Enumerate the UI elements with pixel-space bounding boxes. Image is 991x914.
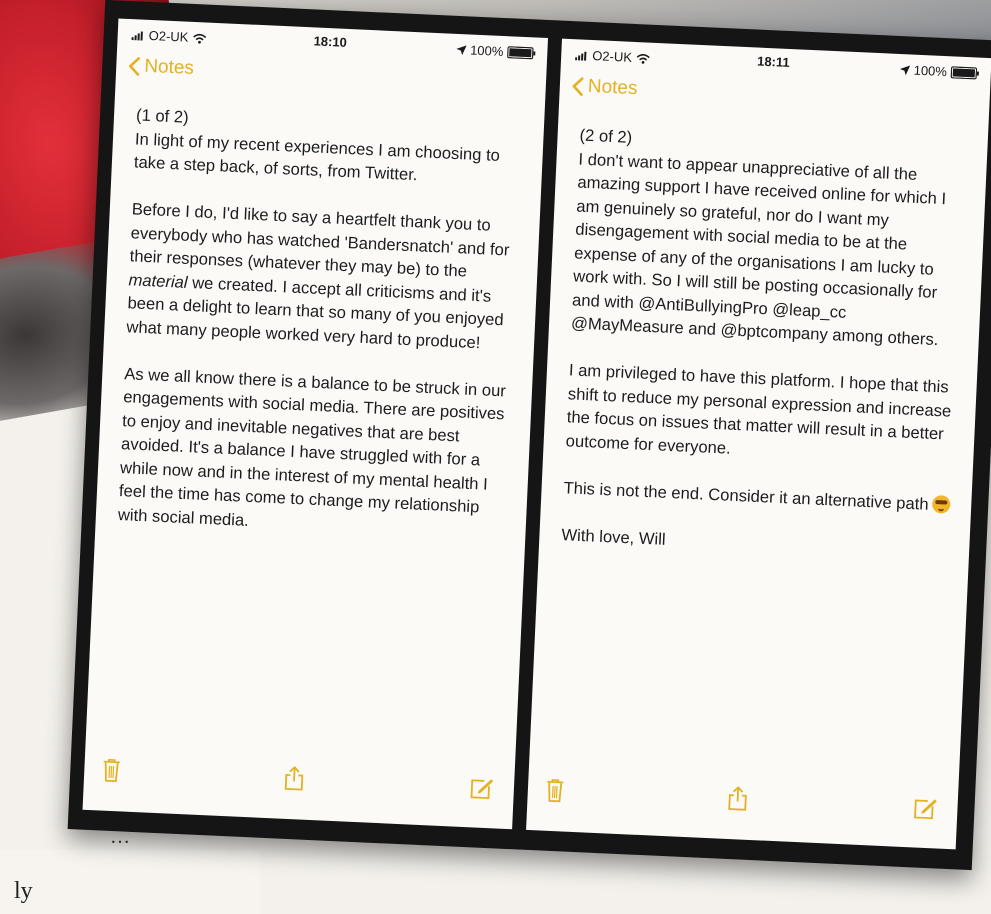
share-note-button[interactable] <box>283 766 304 796</box>
wifi-icon <box>192 33 206 44</box>
note-italic-word: material <box>128 269 189 292</box>
carrier-status: O2-UK <box>131 27 206 45</box>
note-signoff: With love, Will <box>561 524 667 549</box>
sunglasses-emoji-icon <box>932 494 951 514</box>
compose-icon <box>914 799 937 820</box>
trash-icon <box>103 759 120 783</box>
new-note-button[interactable] <box>469 776 494 804</box>
newspaper-fragment-text: ly <box>14 878 33 904</box>
wifi-icon <box>636 54 650 64</box>
back-label: Notes <box>143 55 195 79</box>
note-paragraph-3: As we all know there is a balance to be … <box>117 363 507 530</box>
note-text-area[interactable]: (2 of 2) I don't want to appear unapprec… <box>539 105 989 565</box>
battery-icon <box>950 65 978 80</box>
back-label: Notes <box>587 75 638 100</box>
share-note-button[interactable] <box>727 786 748 816</box>
note-paragraph-2-start: Before I do, I'd like to say a heartfelt… <box>129 199 510 281</box>
back-to-notes-button[interactable]: Notes <box>571 75 638 100</box>
photo-stage: … ly O2-UK 18:10 100% Notes (1 of 2) In … <box>0 0 991 914</box>
note-text-area[interactable]: (1 of 2) In light of my recent experienc… <box>95 84 545 544</box>
note-paragraph-3-text: This is not the end. Consider it an alte… <box>563 477 929 514</box>
share-icon <box>284 766 304 791</box>
note-paragraph-1: I don't want to appear unappreciative of… <box>570 149 947 350</box>
location-arrow-icon <box>899 64 910 75</box>
trash-icon <box>547 779 564 803</box>
signal-icon <box>131 31 143 41</box>
battery-percent: 100% <box>469 42 504 60</box>
notes-screen-1: O2-UK 18:10 100% Notes (1 of 2) In light… <box>82 18 549 830</box>
compose-icon <box>470 779 494 800</box>
note-paragraph-2: Before I do, I'd like to say a heartfelt… <box>126 197 520 355</box>
phones-frame: O2-UK 18:10 100% Notes (1 of 2) In light… <box>67 0 991 871</box>
carrier-label: O2-UK <box>591 48 633 65</box>
note-paragraph-3: This is not the end. Consider it an alte… <box>563 476 952 517</box>
notes-screen-2: O2-UK 18:11 100% Notes (2 of 2) I don't … <box>526 38 991 850</box>
signal-icon <box>575 51 587 61</box>
notes-toolbar <box>83 740 516 829</box>
delete-note-button[interactable] <box>545 778 564 808</box>
chevron-left-icon <box>129 57 140 76</box>
new-note-button[interactable] <box>913 796 938 824</box>
battery-percent: 100% <box>913 62 948 80</box>
share-icon <box>728 786 747 811</box>
clock-time: 18:11 <box>756 53 791 71</box>
clock-time: 18:10 <box>313 33 348 50</box>
battery-icon <box>507 45 534 59</box>
delete-note-button[interactable] <box>102 758 121 788</box>
battery-status: 100% <box>456 42 534 60</box>
note-paragraph-2: I am privileged to have this platform. I… <box>565 360 952 458</box>
carrier-label: O2-UK <box>148 27 189 45</box>
notes-toolbar <box>526 760 959 849</box>
newspaper-fragment <box>0 850 260 914</box>
back-to-notes-button[interactable]: Notes <box>128 55 195 80</box>
battery-status: 100% <box>899 62 978 80</box>
chevron-left-icon <box>572 77 584 96</box>
carrier-status: O2-UK <box>575 47 650 65</box>
location-arrow-icon <box>456 44 467 55</box>
